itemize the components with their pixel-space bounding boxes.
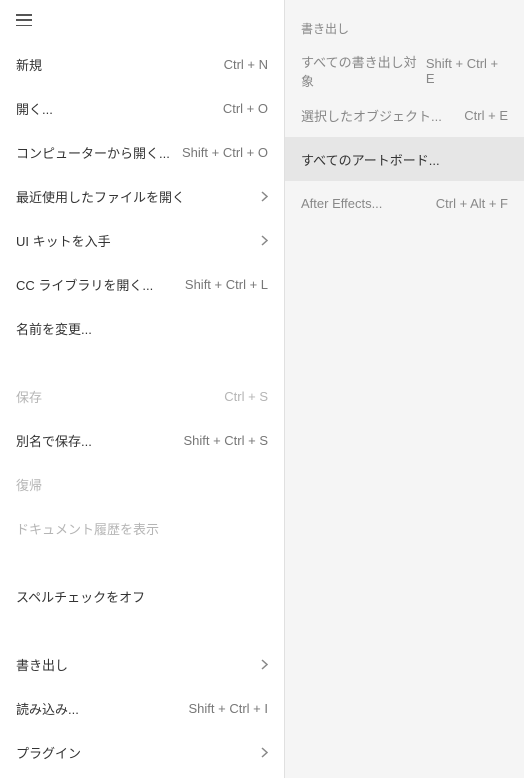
submenu-label: After Effects... bbox=[301, 196, 382, 211]
menu-item-rename[interactable]: 名前を変更... bbox=[16, 306, 268, 350]
chevron-right-icon bbox=[261, 659, 268, 670]
hamburger-icon bbox=[16, 14, 32, 26]
menu-label: スペルチェックをオフ bbox=[16, 587, 145, 606]
export-submenu-panel: 書き出し すべての書き出し対象 Shift + Ctrl + E 選択したオブジ… bbox=[284, 0, 524, 778]
submenu-label: すべてのアートボード... bbox=[301, 150, 440, 169]
submenu-title: 書き出し bbox=[285, 0, 524, 49]
menu-shortcut: Shift + Ctrl + O bbox=[182, 145, 268, 160]
chevron-right-icon bbox=[261, 747, 268, 758]
menu-item-import[interactable]: 読み込み... Shift + Ctrl + I bbox=[16, 686, 268, 730]
menu-label: UI キットを入手 bbox=[16, 231, 111, 250]
menu-label: 開く... bbox=[16, 99, 53, 118]
menu-item-open-cc-libraries[interactable]: CC ライブラリを開く... Shift + Ctrl + L bbox=[16, 262, 268, 306]
menu-item-document-history: ドキュメント履歴を表示 bbox=[16, 506, 268, 550]
menu-item-save-as[interactable]: 別名で保存... Shift + Ctrl + S bbox=[16, 418, 268, 462]
submenu-shortcut: Ctrl + Alt + F bbox=[436, 196, 508, 211]
menu-shortcut: Shift + Ctrl + I bbox=[189, 701, 268, 716]
menu-item-export[interactable]: 書き出し bbox=[16, 642, 268, 686]
menu-group-3: スペルチェックをオフ bbox=[0, 568, 284, 624]
menu-shortcut: Ctrl + N bbox=[224, 57, 268, 72]
menu-shortcut: Ctrl + S bbox=[224, 389, 268, 404]
menu-label: 書き出し bbox=[16, 655, 68, 674]
menu-label: 保存 bbox=[16, 387, 42, 406]
submenu-item-all-export-targets[interactable]: すべての書き出し対象 Shift + Ctrl + E bbox=[285, 49, 524, 93]
chevron-right-icon bbox=[261, 191, 268, 202]
submenu-item-all-artboards[interactable]: すべてのアートボード... bbox=[285, 137, 524, 181]
menu-item-open-from-computer[interactable]: コンピューターから開く... Shift + Ctrl + O bbox=[16, 130, 268, 174]
menu-shortcut: Shift + Ctrl + S bbox=[183, 433, 268, 448]
menu-label: 新規 bbox=[16, 55, 42, 74]
menu-label: ドキュメント履歴を表示 bbox=[16, 519, 159, 538]
menu-group-2: 保存 Ctrl + S 別名で保存... Shift + Ctrl + S 復帰… bbox=[0, 368, 284, 556]
menu-item-spellcheck-off[interactable]: スペルチェックをオフ bbox=[16, 574, 268, 618]
menu-item-revert: 復帰 bbox=[16, 462, 268, 506]
submenu-label: すべての書き出し対象 bbox=[301, 52, 426, 90]
menu-group-4: 書き出し 読み込み... Shift + Ctrl + I プラグイン bbox=[0, 636, 284, 780]
hamburger-button[interactable] bbox=[0, 0, 284, 36]
menu-label: コンピューターから開く... bbox=[16, 143, 170, 162]
menu-label: 最近使用したファイルを開く bbox=[16, 187, 185, 206]
menu-item-plugin[interactable]: プラグイン bbox=[16, 730, 268, 774]
submenu-shortcut: Ctrl + E bbox=[464, 108, 508, 123]
submenu-shortcut: Shift + Ctrl + E bbox=[426, 56, 508, 86]
menu-label: プラグイン bbox=[16, 743, 81, 762]
submenu-item-selected-objects[interactable]: 選択したオブジェクト... Ctrl + E bbox=[285, 93, 524, 137]
menu-label: 名前を変更... bbox=[16, 319, 92, 338]
menu-item-open[interactable]: 開く... Ctrl + O bbox=[16, 86, 268, 130]
submenu-item-after-effects[interactable]: After Effects... Ctrl + Alt + F bbox=[285, 181, 524, 225]
main-menu-panel: 新規 Ctrl + N 開く... Ctrl + O コンピューターから開く..… bbox=[0, 0, 284, 778]
menu-shortcut: Shift + Ctrl + L bbox=[185, 277, 268, 292]
menu-item-new[interactable]: 新規 Ctrl + N bbox=[16, 42, 268, 86]
chevron-right-icon bbox=[261, 235, 268, 246]
menu-group-1: 新規 Ctrl + N 開く... Ctrl + O コンピューターから開く..… bbox=[0, 36, 284, 356]
menu-shortcut: Ctrl + O bbox=[223, 101, 268, 116]
menu-label: 読み込み... bbox=[16, 699, 79, 718]
submenu-label: 選択したオブジェクト... bbox=[301, 106, 442, 125]
menu-label: CC ライブラリを開く... bbox=[16, 275, 153, 294]
menu-label: 復帰 bbox=[16, 475, 42, 494]
menu-item-get-ui-kit[interactable]: UI キットを入手 bbox=[16, 218, 268, 262]
menu-item-save: 保存 Ctrl + S bbox=[16, 374, 268, 418]
menu-item-open-recent[interactable]: 最近使用したファイルを開く bbox=[16, 174, 268, 218]
menu-label: 別名で保存... bbox=[16, 431, 92, 450]
